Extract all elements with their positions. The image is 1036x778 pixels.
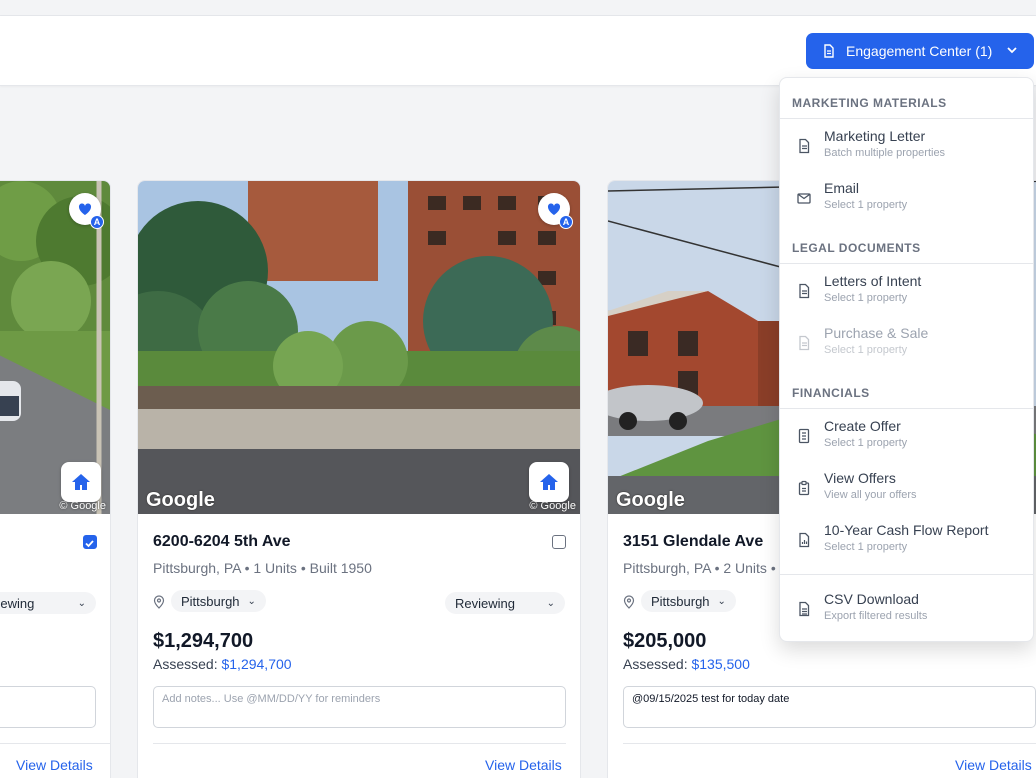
assignee-badge: A xyxy=(90,215,104,229)
menu-item-csv-download[interactable]: CSV Download Export filtered results xyxy=(780,585,1033,633)
menu-divider xyxy=(780,408,1033,409)
menu-item-subtitle: Select 1 property xyxy=(824,344,908,356)
property-price: $1,294,700 xyxy=(153,630,254,652)
menu-item-subtitle: Select 1 property xyxy=(824,292,908,304)
report-icon xyxy=(799,532,810,548)
menu-item-create-offer[interactable]: Create Offer Select 1 property xyxy=(780,412,1033,460)
menu-item-letters-of-intent[interactable]: Letters of Intent Select 1 property xyxy=(780,267,1033,315)
home-icon xyxy=(72,474,90,490)
status-label: viewing xyxy=(0,595,35,611)
location-label: Pittsburgh xyxy=(181,593,240,609)
assessed-value: Assessed: $1,294,700 xyxy=(153,656,292,672)
property-meta: Pittsburgh, PA • 2 Units • xyxy=(623,560,776,576)
menu-item-subtitle: Select 1 property xyxy=(824,437,908,449)
menu-item-title: Create Offer xyxy=(824,418,901,434)
menu-divider xyxy=(780,118,1033,119)
section-legal-documents: LEGAL DOCUMENTS xyxy=(792,241,921,255)
engagement-center-menu: MARKETING MATERIALS Marketing Letter Bat… xyxy=(779,77,1034,642)
notes-input[interactable]: Add notes... Use @MM/DD/YY for reminders xyxy=(153,686,566,728)
assessed-value: Assessed: $135,500 xyxy=(623,656,750,672)
card-divider xyxy=(623,743,1036,744)
chevron-down-icon: ⌄ xyxy=(717,595,726,607)
menu-item-title: 10-Year Cash Flow Report xyxy=(824,522,989,538)
menu-item-subtitle: Select 1 property xyxy=(824,199,908,211)
menu-item-title: Purchase & Sale xyxy=(824,325,929,341)
menu-item-title: CSV Download xyxy=(824,591,919,607)
favorite-button[interactable]: A xyxy=(538,193,573,229)
location-label: Pittsburgh xyxy=(651,593,710,609)
card-divider xyxy=(153,743,566,744)
menu-item-subtitle: View all your offers xyxy=(824,489,917,501)
document-icon xyxy=(824,44,834,58)
section-financials: FINANCIALS xyxy=(792,386,870,400)
property-card: Google © Google A 6200-6204 5th Ave Pitt… xyxy=(137,180,581,778)
heart-icon xyxy=(78,203,92,215)
menu-item-title: View Offers xyxy=(824,470,896,486)
menu-item-cash-flow-report[interactable]: 10-Year Cash Flow Report Select 1 proper… xyxy=(780,516,1033,564)
card-divider xyxy=(0,743,110,744)
google-watermark: Google xyxy=(616,489,685,511)
property-address[interactable]: 3151 Glendale Ave xyxy=(623,533,763,551)
status-label: Reviewing xyxy=(455,595,515,611)
chevron-down-icon xyxy=(1007,47,1017,54)
status-dropdown[interactable]: viewing ⌄ xyxy=(0,592,96,614)
menu-item-subtitle: Select 1 property xyxy=(824,541,908,553)
menu-item-title: Marketing Letter xyxy=(824,128,926,144)
section-marketing-materials: MARKETING MATERIALS xyxy=(792,96,947,110)
status-dropdown[interactable]: Reviewing ⌄ xyxy=(445,592,565,614)
menu-item-view-offers[interactable]: View Offers View all your offers xyxy=(780,464,1033,512)
heart-icon xyxy=(547,203,561,215)
menu-item-marketing-letter[interactable]: Marketing Letter Batch multiple properti… xyxy=(780,122,1033,170)
property-address[interactable]: 6200-6204 5th Ave xyxy=(153,533,291,551)
location-dropdown[interactable]: Pittsburgh ⌄ xyxy=(641,590,736,612)
notes-input[interactable] xyxy=(0,686,96,728)
document-icon xyxy=(799,138,810,154)
select-checkbox[interactable] xyxy=(83,535,97,549)
assessed-amount[interactable]: $135,500 xyxy=(691,656,749,672)
menu-divider xyxy=(780,263,1033,264)
assessed-amount[interactable]: $1,294,700 xyxy=(221,656,291,672)
envelope-icon xyxy=(797,193,811,204)
engagement-center-button[interactable]: Engagement Center (1) xyxy=(806,33,1034,69)
top-strip xyxy=(0,0,1036,16)
document-icon xyxy=(799,283,810,299)
map-pin-icon xyxy=(153,595,165,609)
home-button[interactable] xyxy=(61,462,101,502)
home-button[interactable] xyxy=(529,462,569,502)
menu-item-title: Email xyxy=(824,180,860,196)
property-meta: Pittsburgh, PA • 1 Units • Built 1950 xyxy=(153,560,372,576)
chevron-down-icon: ⌄ xyxy=(77,597,86,609)
view-details-link[interactable]: View Details xyxy=(955,757,1032,773)
clipboard-icon xyxy=(798,480,810,496)
spreadsheet-icon xyxy=(799,601,810,617)
menu-divider xyxy=(780,574,1033,575)
receipt-icon xyxy=(798,428,810,444)
location-dropdown[interactable]: Pittsburgh ⌄ xyxy=(171,590,266,612)
google-watermark: Google xyxy=(146,489,215,511)
view-details-link[interactable]: View Details xyxy=(16,757,93,773)
document-icon xyxy=(799,335,810,351)
menu-item-title: Letters of Intent xyxy=(824,273,922,289)
select-checkbox[interactable] xyxy=(552,535,566,549)
menu-item-subtitle: Export filtered results xyxy=(824,610,928,622)
assessed-label: Assessed: xyxy=(153,656,222,672)
notes-input[interactable]: @09/15/2025 test for today date xyxy=(623,686,1036,728)
chevron-down-icon: ⌄ xyxy=(247,595,256,607)
property-card: © Google A viewing⌄ View Details xyxy=(0,180,111,778)
assessed-label: Assessed: xyxy=(623,656,692,672)
home-icon xyxy=(540,474,558,490)
assignee-badge: A xyxy=(559,215,573,229)
menu-item-email[interactable]: Email Select 1 property xyxy=(780,174,1033,222)
view-details-link[interactable]: View Details xyxy=(485,757,562,773)
property-photo[interactable]: Google © Google xyxy=(138,181,580,514)
chevron-down-icon: ⌄ xyxy=(546,597,555,609)
checkmark-icon xyxy=(85,540,94,548)
favorite-button[interactable]: A xyxy=(69,193,104,229)
property-price: $205,000 xyxy=(623,630,707,652)
menu-item-purchase-and-sale: Purchase & Sale Select 1 property xyxy=(780,319,1033,367)
map-pin-icon xyxy=(623,595,635,609)
engagement-center-label: Engagement Center (1) xyxy=(846,43,993,59)
menu-item-subtitle: Batch multiple properties xyxy=(824,147,946,159)
